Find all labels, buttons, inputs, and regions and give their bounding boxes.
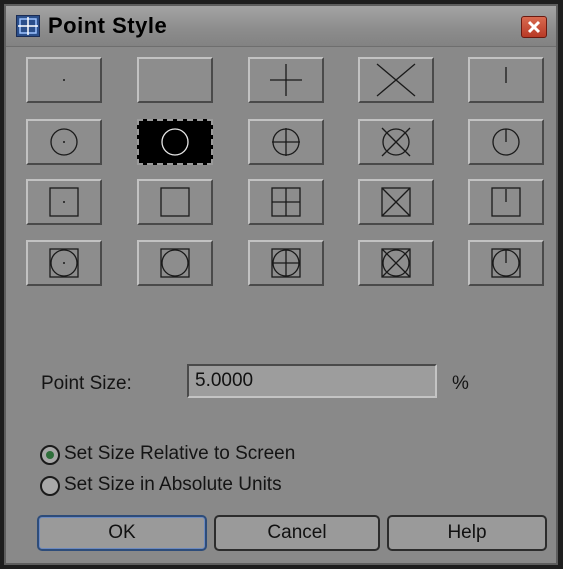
- point-style-circle-plus[interactable]: [248, 119, 324, 165]
- point-style-none[interactable]: [137, 57, 213, 103]
- point-circle-tick-icon: [492, 128, 520, 156]
- point-square-tick-icon: [491, 187, 521, 217]
- point-style-dialog: Point Style Point Size: 5.0000 % Set Siz…: [4, 4, 558, 565]
- point-size-label: Point Size:: [41, 373, 132, 394]
- ok-button[interactable]: OK: [37, 515, 207, 551]
- point-square-circle-dot-icon: [49, 248, 79, 278]
- point-style-plus[interactable]: [248, 57, 324, 103]
- point-style-square-circle-tick[interactable]: [468, 240, 544, 286]
- point-style-grid: [6, 6, 556, 306]
- point-style-square[interactable]: [137, 179, 213, 225]
- point-style-x[interactable]: [358, 57, 434, 103]
- point-style-circle-x[interactable]: [358, 119, 434, 165]
- point-square-dot-icon: [49, 187, 79, 217]
- point-style-circle[interactable]: [137, 119, 213, 165]
- point-style-square-circle-plus[interactable]: [248, 240, 324, 286]
- radio-relative-to-screen-label[interactable]: Set Size Relative to Screen: [64, 443, 295, 465]
- point-style-square-circle-x[interactable]: [358, 240, 434, 286]
- point-dot-icon: [63, 79, 65, 81]
- point-style-square-x[interactable]: [358, 179, 434, 225]
- radio-relative-to-screen[interactable]: [40, 445, 60, 465]
- point-circle-dot-icon: [50, 128, 78, 156]
- radio-absolute-units-label[interactable]: Set Size in Absolute Units: [64, 474, 282, 496]
- point-style-square-plus[interactable]: [248, 179, 324, 225]
- point-style-dot[interactable]: [26, 57, 102, 103]
- point-style-square-tick[interactable]: [468, 179, 544, 225]
- point-style-tick[interactable]: [468, 57, 544, 103]
- point-square-circle-icon: [160, 248, 190, 278]
- point-circle-icon: [161, 128, 189, 156]
- point-style-circle-tick[interactable]: [468, 119, 544, 165]
- point-square-icon: [160, 187, 190, 217]
- point-square-circle-tick-icon: [491, 248, 521, 278]
- radio-absolute-units[interactable]: [40, 476, 60, 496]
- radio-selected-dot: [46, 451, 54, 459]
- point-circle-x-icon: [381, 127, 411, 157]
- point-style-square-dot[interactable]: [26, 179, 102, 225]
- point-square-plus-icon: [271, 187, 301, 217]
- point-x-icon: [376, 63, 416, 97]
- point-style-circle-dot[interactable]: [26, 119, 102, 165]
- point-style-square-circle-dot[interactable]: [26, 240, 102, 286]
- point-square-circle-plus-icon: [271, 248, 301, 278]
- point-circle-plus-icon: [272, 128, 300, 156]
- point-square-circle-x-icon: [381, 248, 411, 278]
- point-tick-icon: [505, 67, 507, 83]
- cancel-button[interactable]: Cancel: [214, 515, 380, 551]
- point-style-square-circle[interactable]: [137, 240, 213, 286]
- point-size-unit: %: [452, 373, 469, 394]
- help-button[interactable]: Help: [387, 515, 547, 551]
- point-plus-icon: [270, 64, 302, 96]
- point-size-input[interactable]: 5.0000: [187, 364, 437, 398]
- point-square-x-icon: [381, 187, 411, 217]
- point-none-icon: [139, 59, 211, 101]
